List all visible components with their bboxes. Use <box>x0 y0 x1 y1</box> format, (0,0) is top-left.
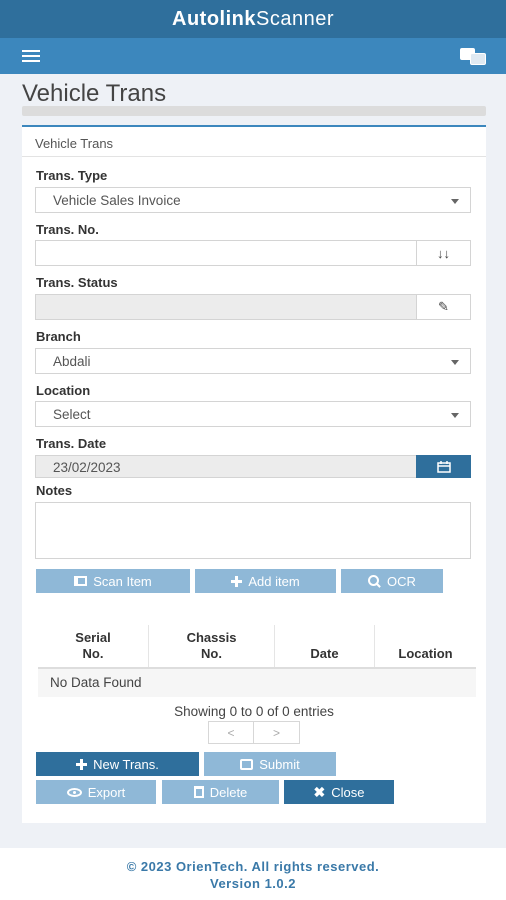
branch-select[interactable]: Abdali <box>35 348 471 374</box>
new-trans-label: New Trans. <box>93 756 159 772</box>
barcode-icon <box>74 576 88 586</box>
trans-status-label: Trans. Status <box>36 275 118 290</box>
notes-label: Notes <box>36 483 73 498</box>
delete-label: Delete <box>209 784 248 800</box>
trans-date-input[interactable]: 23/02/2023 <box>35 455 417 478</box>
page-title: Vehicle Trans <box>22 80 167 107</box>
column-header-chassis-no[interactable]: Chassis No. <box>148 625 274 667</box>
app-brand: AutolinkScanner <box>172 8 334 31</box>
prev-page-button[interactable]: < <box>208 721 254 744</box>
ocr-button[interactable]: OCR <box>341 569 443 593</box>
title-divider <box>22 106 486 116</box>
items-table: Serial No. Chassis No. Date Location No Da… <box>38 625 476 697</box>
search-icon <box>368 574 381 588</box>
brand-bold: Autolink <box>172 7 256 30</box>
version-text: Version 1.0.2 <box>210 876 296 891</box>
trans-type-label: Trans. Type <box>36 168 108 183</box>
location-label: Location <box>36 383 91 398</box>
copyright-text: © 2023 OrienTech. All rights reserved. <box>126 859 380 874</box>
vehicle-trans-card: Vehicle Trans Trans. Type Vehicle Sales … <box>22 125 486 823</box>
footer: © 2023 OrienTech. All rights reserved. V… <box>0 848 506 900</box>
edit-pencil-icon[interactable]: ✎ <box>416 294 471 320</box>
trash-icon <box>193 786 204 798</box>
branch-label: Branch <box>36 329 81 344</box>
calendar-icon <box>436 460 451 473</box>
export-button[interactable]: Export <box>36 780 156 804</box>
close-button[interactable]: ✖ Close <box>284 780 394 804</box>
brand-light: Scanner <box>256 7 334 30</box>
trans-date-label: Trans. Date <box>36 436 107 451</box>
ocr-label: OCR <box>387 573 416 589</box>
next-page-button[interactable]: > <box>254 721 300 744</box>
close-label: Close <box>331 784 365 800</box>
trans-no-label: Trans. No. <box>36 222 99 237</box>
delete-button[interactable]: Delete <box>162 780 279 804</box>
add-item-label: Add item <box>248 573 300 589</box>
eye-icon <box>66 787 82 797</box>
table-header: Serial No. Chassis No. Date Location <box>38 625 476 669</box>
plus-icon <box>76 758 88 770</box>
empty-table-row: No Data Found <box>38 669 476 697</box>
plus-icon <box>231 575 243 587</box>
submit-button[interactable]: Submit <box>204 752 336 776</box>
add-item-button[interactable]: Add item <box>195 569 336 593</box>
notes-textarea[interactable] <box>35 502 471 559</box>
export-label: Export <box>87 784 126 800</box>
column-header-location[interactable]: Location <box>374 625 476 667</box>
trans-no-input[interactable] <box>35 240 417 266</box>
calendar-icon-button[interactable] <box>416 455 471 478</box>
card-header: Vehicle Trans <box>22 127 486 157</box>
hamburger-menu-icon[interactable] <box>22 50 40 62</box>
table-info: Showing 0 to 0 of 0 entries <box>174 704 334 719</box>
language-switch-icon[interactable] <box>460 46 488 66</box>
pagination: < > <box>208 721 300 744</box>
sort-icon-button[interactable]: ↓↓ <box>416 240 471 266</box>
trans-status-input <box>35 294 417 320</box>
submit-label: Submit <box>259 756 300 772</box>
close-icon: ✖ <box>313 784 326 800</box>
scan-item-button[interactable]: Scan Item <box>36 569 190 593</box>
submit-icon <box>240 758 254 770</box>
scan-item-label: Scan Item <box>93 573 152 589</box>
column-header-serial-no[interactable]: Serial No. <box>38 625 148 667</box>
location-select[interactable]: Select <box>35 401 471 427</box>
trans-type-select[interactable]: Vehicle Sales Invoice <box>35 187 471 213</box>
navbar <box>0 38 506 74</box>
new-trans-button[interactable]: New Trans. <box>36 752 199 776</box>
app-titlebar: AutolinkScanner <box>0 0 506 38</box>
column-header-date[interactable]: Date <box>274 625 374 667</box>
